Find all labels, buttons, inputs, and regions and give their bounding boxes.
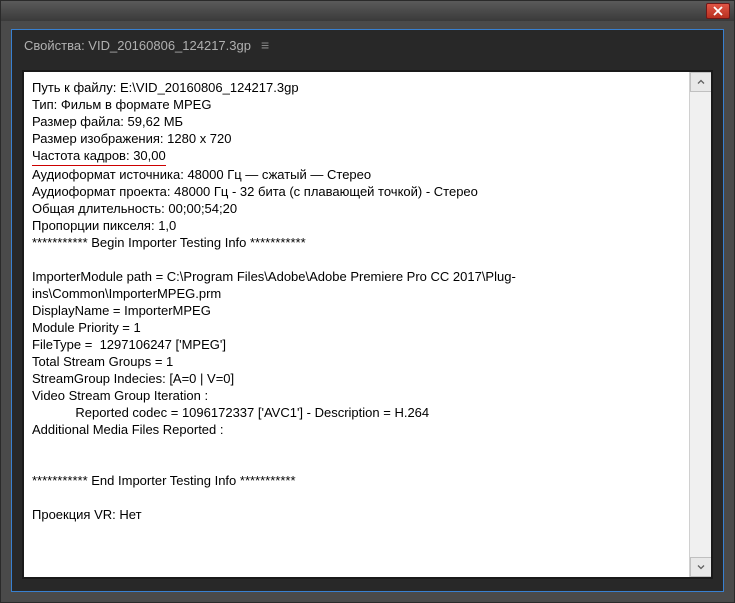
duration-label: Общая длительность: (32, 201, 165, 216)
scroll-up-button[interactable] (690, 72, 711, 92)
project-audio-label: Аудиоформат проекта: (32, 184, 171, 199)
file-type-value: 1297106247 ['MPEG'] (100, 337, 226, 352)
additional-media-label: Additional Media Files Reported : (32, 422, 224, 437)
content-area: Путь к файлу: E:\VID_20160806_124217.3gp… (24, 72, 711, 577)
total-stream-value: 1 (166, 354, 173, 369)
type-label: Тип: (32, 97, 57, 112)
source-audio-label: Аудиоформат источника: (32, 167, 184, 182)
module-priority-label: Module Priority = (32, 320, 130, 335)
content-frame: Путь к файлу: E:\VID_20160806_124217.3gp… (22, 70, 713, 579)
pixel-aspect-value: 1,0 (158, 218, 176, 233)
module-priority-value: 1 (134, 320, 141, 335)
file-size-label: Размер файла: (32, 114, 124, 129)
display-name-label: DisplayName = (32, 303, 121, 318)
properties-text: Путь к файлу: E:\VID_20160806_124217.3gp… (24, 72, 689, 577)
properties-panel: Свойства: VID_20160806_124217.3gp ≡ Путь… (11, 29, 724, 592)
pixel-aspect-label: Пропорции пикселя: (32, 218, 155, 233)
panel-menu-icon[interactable]: ≡ (261, 37, 269, 53)
chevron-up-icon (697, 78, 705, 86)
begin-marker: *********** Begin Importer Testing Info … (32, 235, 306, 250)
total-stream-label: Total Stream Groups = (32, 354, 162, 369)
image-size-label: Размер изображения: (32, 131, 164, 146)
chevron-down-icon (697, 563, 705, 571)
image-size-value: 1280 x 720 (167, 131, 231, 146)
video-stream-label: Video Stream Group Iteration : (32, 388, 208, 403)
close-icon (713, 6, 723, 16)
scrollbar[interactable] (689, 72, 711, 577)
type-value: Фильм в формате MPEG (61, 97, 212, 112)
duration-value: 00;00;54;20 (168, 201, 237, 216)
reported-codec-label: Reported codec = (32, 405, 178, 420)
file-size-value: 59,62 МБ (128, 114, 184, 129)
file-path-label: Путь к файлу: (32, 80, 116, 95)
stream-index-value: [A=0 | V=0] (169, 371, 234, 386)
importer-path-label: ImporterModule path = (32, 269, 163, 284)
frame-rate-highlighted: Частота кадров: 30,00 (32, 147, 166, 166)
project-audio-value: 48000 Гц - 32 бита (с плавающей точкой) … (174, 184, 478, 199)
panel-title: Свойства: VID_20160806_124217.3gp (24, 38, 251, 53)
frame-rate-label: Частота кадров: (32, 148, 130, 163)
vr-value: Нет (119, 507, 141, 522)
display-name-value: ImporterMPEG (124, 303, 211, 318)
frame-rate-value: 30,00 (133, 148, 166, 163)
title-bar (1, 1, 734, 21)
vr-label: Проекция VR: (32, 507, 116, 522)
stream-index-label: StreamGroup Indecies: (32, 371, 166, 386)
reported-codec-value: 1096172337 ['AVC1'] - Description = H.26… (182, 405, 429, 420)
file-type-label: FileType = (32, 337, 96, 352)
close-button[interactable] (706, 3, 730, 19)
source-audio-value: 48000 Гц — сжатый — Стерео (187, 167, 371, 182)
window-frame: Свойства: VID_20160806_124217.3gp ≡ Путь… (0, 0, 735, 603)
end-marker: *********** End Importer Testing Info **… (32, 473, 296, 488)
panel-header: Свойства: VID_20160806_124217.3gp ≡ (12, 30, 723, 60)
scroll-down-button[interactable] (690, 557, 711, 577)
file-path-value: E:\VID_20160806_124217.3gp (120, 80, 299, 95)
